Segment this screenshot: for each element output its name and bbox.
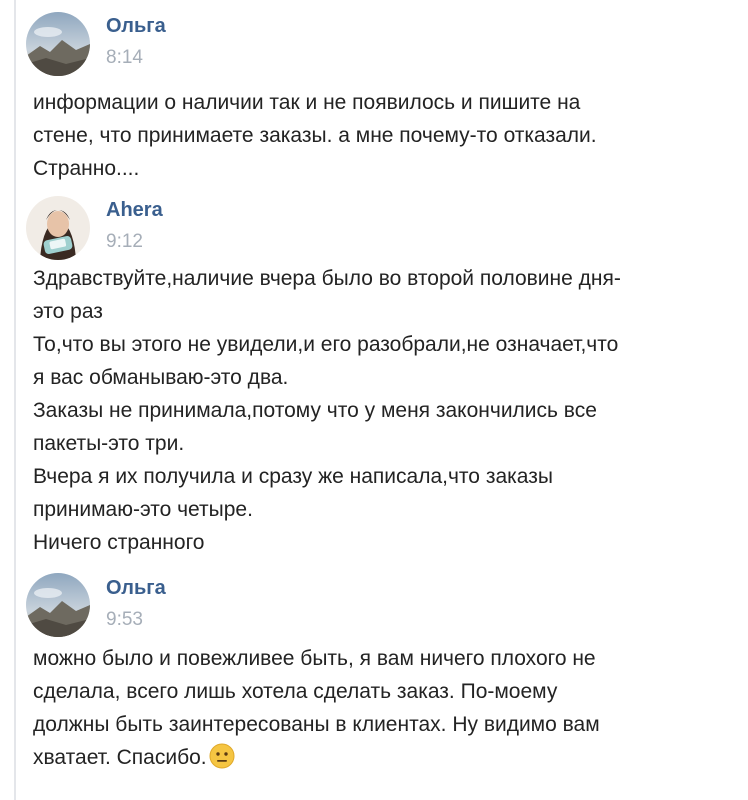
message-text-line: стене, что принимаете заказы. а мне поче… [33, 124, 597, 147]
message-text-line: я вас обманываю-это два. [33, 366, 289, 389]
message-text-line: Вчера я их получила и сразу же написала,… [33, 465, 553, 488]
avatar[interactable] [26, 12, 90, 76]
message-text-line: должны быть заинтересованы в клиентах. Н… [33, 713, 600, 736]
message-author[interactable]: Ahera [106, 198, 163, 222]
message-text-line: информации о наличии так и не появилось … [33, 91, 581, 114]
neutral-face-emoji-icon [209, 743, 235, 769]
message-text: Здравствуйте,наличие вчера было во второ… [33, 262, 723, 559]
portrait-avatar-image [26, 196, 90, 260]
message-text: информации о наличии так и не появилось … [33, 86, 723, 185]
message-text-fragment: хватает. Спасибо. [33, 746, 207, 769]
message-text-line: пакеты-это три. [33, 432, 185, 455]
message-text-line: Ничего странного [33, 531, 205, 554]
message-text-line: принимаю-это четыре. [33, 498, 253, 521]
message-text-line: сделала, всего лишь хотела сделать заказ… [33, 680, 558, 703]
avatar[interactable] [26, 573, 90, 637]
message-text-line: То,что вы этого не увидели,и его разобра… [33, 333, 619, 356]
message-text-line: хватает. Спасибо. [33, 741, 723, 774]
message-time[interactable]: 9:53 [106, 608, 143, 632]
landscape-avatar-image [26, 12, 90, 76]
message-author[interactable]: Ольга [106, 576, 166, 600]
message-text-line: можно было и повежливее быть, я вам ниче… [33, 647, 596, 670]
message-author[interactable]: Ольга [106, 14, 166, 38]
message-text: можно было и повежливее быть, я вам ниче… [33, 642, 723, 774]
message-text-line: Здравствуйте,наличие вчера было во второ… [33, 267, 621, 290]
message-time[interactable]: 8:14 [106, 46, 143, 70]
landscape-avatar-image [26, 573, 90, 637]
message-text-line: Заказы не принимала,потому что у меня за… [33, 399, 597, 422]
avatar[interactable] [26, 196, 90, 260]
message-time[interactable]: 9:12 [106, 230, 143, 254]
message-text-line: это раз [33, 300, 103, 323]
message-text-line: Странно.... [33, 157, 140, 180]
conversation-left-border [14, 0, 16, 800]
